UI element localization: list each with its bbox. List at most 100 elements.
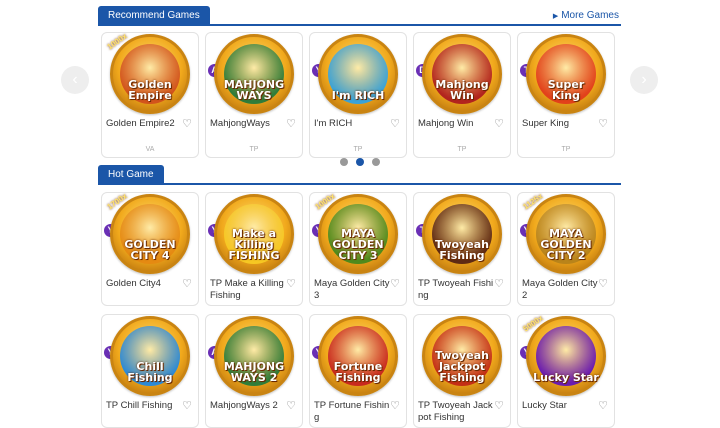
hot-games-row-2: YChill FishingTP Chill Fishing♡AMAHJONG … — [101, 314, 615, 428]
hot-games-row-1: Y1700xGOLDEN CITY 4Golden City4♡YMake a … — [101, 192, 615, 306]
game-name[interactable]: TP Twoyeah Fishing — [418, 278, 494, 302]
favorite-heart-icon[interactable]: ♡ — [598, 400, 608, 412]
game-name[interactable]: TP Twoyeah Jackpot Fishing — [418, 400, 494, 424]
game-info-row: MahjongWays ♡ — [206, 115, 302, 145]
favorite-heart-icon[interactable]: ♡ — [286, 118, 296, 130]
game-logo-title: Chill Fishing — [127, 360, 173, 384]
game-thumbnail[interactable]: Make a Killing FISHING — [206, 193, 302, 275]
game-thumbnail[interactable]: I'm RICH — [310, 33, 406, 115]
game-info-row: TP Make a Killing Fishing ♡ — [206, 275, 302, 305]
carousel-next-button[interactable]: › — [630, 66, 658, 94]
favorite-heart-icon[interactable]: ♡ — [494, 400, 504, 412]
recommend-games-row: 1000xGolden EmpireGolden Empire2♡VAAMAHJ… — [101, 32, 615, 158]
favorite-heart-icon[interactable]: ♡ — [182, 278, 192, 290]
game-logo-image: Mahjong Win — [422, 34, 502, 114]
game-card-super-king[interactable]: TSuper KingSuper King♡TP — [517, 32, 615, 158]
game-info-row: MahjongWays 2 ♡ — [206, 397, 302, 427]
game-name[interactable]: MahjongWays 2 — [210, 400, 278, 412]
game-thumbnail[interactable]: MAHJONG WAYS — [206, 33, 302, 115]
game-card-maya-golden-city3[interactable]: Y1000xMAYA GOLDEN CITY 3Maya Golden City… — [309, 192, 407, 306]
favorite-heart-icon[interactable]: ♡ — [286, 400, 296, 412]
recommend-section-header: Recommend Games ▶ More Games — [98, 6, 621, 26]
game-card-tp-fortune-fishing[interactable]: YFortune FishingTP Fortune Fishing♡ — [309, 314, 407, 428]
game-logo-title: Mahjong Win — [435, 78, 489, 102]
game-logo-title: Golden Empire — [128, 78, 172, 102]
game-thumbnail[interactable]: MAHJONG WAYS 2 — [206, 315, 302, 397]
favorite-heart-icon[interactable]: ♡ — [182, 118, 192, 130]
game-info-row: Mahjong Win ♡ — [414, 115, 510, 145]
game-logo-image: Twoyeah Jackpot Fishing — [422, 316, 502, 396]
game-provider-label: TP — [561, 146, 571, 153]
favorite-heart-icon[interactable]: ♡ — [598, 278, 608, 290]
game-logo-image: Lucky Star — [526, 316, 606, 396]
game-logo-title: GOLDEN CITY 4 — [124, 238, 176, 262]
game-logo-image: Twoyeah Fishing — [422, 194, 502, 274]
game-card-golden-empire2[interactable]: 1000x Golden Empire Golden Empire2 ♡ VA — [101, 32, 199, 158]
game-name[interactable]: Maya Golden City 2 — [522, 278, 598, 302]
game-thumbnail[interactable]: Chill Fishing — [102, 315, 198, 397]
favorite-heart-icon[interactable]: ♡ — [286, 278, 296, 290]
game-info-row: Lucky Star ♡ — [518, 397, 614, 427]
game-info-row: TP Twoyeah Fishing ♡ — [414, 275, 510, 305]
game-logo-title: Fortune Fishing — [333, 360, 383, 384]
game-card-mahjong-win[interactable]: DMahjong WinMahjong Win♡TP — [413, 32, 511, 158]
game-logo-image: MAYA GOLDEN CITY 2 — [526, 194, 606, 274]
game-logo-image: Fortune Fishing — [318, 316, 398, 396]
favorite-heart-icon[interactable]: ♡ — [390, 118, 400, 130]
game-logo-title: MAHJONG WAYS — [223, 78, 285, 102]
game-info-row: Golden City4 ♡ — [102, 275, 198, 305]
game-thumbnail[interactable]: Mahjong Win — [414, 33, 510, 115]
game-logo-image: MAHJONG WAYS 2 — [214, 316, 294, 396]
game-thumbnail[interactable]: Super King — [518, 33, 614, 115]
game-card-maya-golden-city-2[interactable]: Y1125xMAYA GOLDEN CITY 2Maya Golden City… — [517, 192, 615, 306]
hot-section-title: Hot Game — [98, 165, 164, 184]
game-card-mahjongways[interactable]: AMAHJONG WAYSMahjongWays♡TP — [205, 32, 303, 158]
game-card-mahjongways-2[interactable]: AMAHJONG WAYS 2MahjongWays 2♡ — [205, 314, 303, 428]
game-thumbnail[interactable]: Twoyeah Fishing — [414, 193, 510, 275]
game-card-tp-make-a-killing-fishing[interactable]: YMake a Killing FISHINGTP Make a Killing… — [205, 192, 303, 306]
game-info-row: TP Fortune Fishing ♡ — [310, 397, 406, 427]
favorite-heart-icon[interactable]: ♡ — [390, 278, 400, 290]
game-logo-image: Super King — [526, 34, 606, 114]
more-games-link[interactable]: ▶ More Games — [553, 10, 619, 21]
game-name[interactable]: TP Fortune Fishing — [314, 400, 390, 424]
game-thumbnail[interactable]: Twoyeah Jackpot Fishing — [414, 315, 510, 397]
game-name[interactable]: TP Chill Fishing — [106, 400, 172, 412]
game-card-tp-twoyeah-fishing[interactable]: TTwoyeah FishingTP Twoyeah Fishing♡ — [413, 192, 511, 306]
recommend-section-title: Recommend Games — [98, 6, 210, 25]
favorite-heart-icon[interactable]: ♡ — [182, 400, 192, 412]
game-name[interactable]: Mahjong Win — [418, 118, 473, 130]
game-logo-image: MAYA GOLDEN CITY 3 — [318, 194, 398, 274]
game-name[interactable]: Super King — [522, 118, 569, 130]
favorite-heart-icon[interactable]: ♡ — [390, 400, 400, 412]
game-logo-title: MAYA GOLDEN CITY 3 — [332, 227, 384, 262]
game-card-lucky-star[interactable]: Y5000xLucky StarLucky Star♡ — [517, 314, 615, 428]
game-name[interactable]: Golden City4 — [106, 278, 161, 290]
game-logo-title: Make a Killing FISHING — [228, 227, 280, 262]
game-provider-label: VA — [145, 146, 155, 153]
game-info-row: TP Chill Fishing ♡ — [102, 397, 198, 427]
game-card-tp-twoyeah-jackpot-fishing[interactable]: Twoyeah Jackpot Fishing TP Twoyeah Jackpo… — [413, 314, 511, 428]
favorite-heart-icon[interactable]: ♡ — [598, 118, 608, 130]
game-name[interactable]: MahjongWays — [210, 118, 270, 130]
game-info-row: Super King ♡ — [518, 115, 614, 145]
game-card-golden-city4[interactable]: Y1700xGOLDEN CITY 4Golden City4♡ — [101, 192, 199, 306]
game-logo-title: Lucky Star — [533, 371, 599, 384]
game-thumbnail[interactable]: Fortune Fishing — [310, 315, 406, 397]
game-logo-image: I'm RICH — [318, 34, 398, 114]
game-provider-label: TP — [457, 146, 467, 153]
game-name[interactable]: Maya Golden City3 — [314, 278, 390, 302]
game-card-tp-chill-fishing[interactable]: YChill FishingTP Chill Fishing♡ — [101, 314, 199, 428]
game-info-row: TP Twoyeah Jackpot Fishing ♡ — [414, 397, 510, 427]
game-logo-title: I'm RICH — [331, 89, 385, 102]
arrow-right-icon: ▶ — [552, 13, 559, 20]
game-card-i-m-rich[interactable]: YI'm RICHI'm RICH♡TP — [309, 32, 407, 158]
game-name[interactable]: I'm RICH — [314, 118, 352, 130]
favorite-heart-icon[interactable]: ♡ — [494, 278, 504, 290]
carousel-prev-button[interactable]: ‹ — [61, 66, 89, 94]
favorite-heart-icon[interactable]: ♡ — [494, 118, 504, 130]
game-name[interactable]: Golden Empire2 — [106, 118, 175, 130]
game-logo-image: GOLDEN CITY 4 — [110, 194, 190, 274]
game-name[interactable]: TP Make a Killing Fishing — [210, 278, 286, 302]
game-name[interactable]: Lucky Star — [522, 400, 567, 412]
